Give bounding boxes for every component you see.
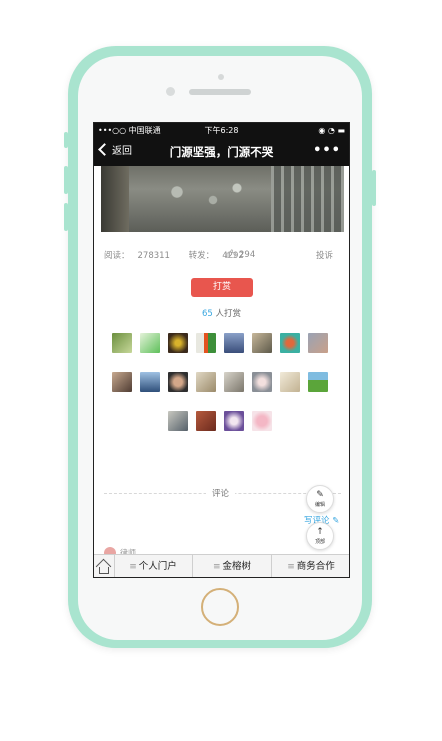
- avatar[interactable]: [196, 411, 216, 431]
- bottom-nav: ≡ 个人门户 ≡ 金榕树 ≡ 商务合作: [94, 554, 349, 577]
- avatar[interactable]: [196, 333, 216, 353]
- menu-icon: ≡: [287, 562, 295, 572]
- avatar[interactable]: [224, 372, 244, 392]
- edit-label: 编辑: [314, 502, 325, 508]
- avatar[interactable]: [252, 411, 272, 431]
- more-options-icon[interactable]: •••: [313, 143, 341, 158]
- image-wall: [101, 166, 129, 232]
- reward-count: 65 人打赏: [94, 307, 349, 319]
- volume-up-button: [64, 166, 68, 194]
- front-camera: [166, 87, 175, 96]
- complain-link[interactable]: 投诉: [316, 249, 333, 261]
- mute-switch: [64, 132, 68, 148]
- avatar[interactable]: [252, 372, 272, 392]
- page-title: 门源坚强，门源不哭: [169, 145, 274, 159]
- menu-icon: ≡: [212, 562, 221, 572]
- top-label: 顶部: [314, 539, 325, 545]
- clock: 下午6:28: [204, 126, 239, 135]
- pencil-icon: ✎: [316, 490, 324, 500]
- reward-count-number: 65: [201, 309, 213, 319]
- comment-section-label: 评论: [206, 487, 236, 499]
- home-base: [99, 567, 109, 574]
- home-button[interactable]: [201, 588, 239, 626]
- avatar[interactable]: [112, 372, 132, 392]
- avatar[interactable]: [196, 372, 216, 392]
- avatar[interactable]: [308, 372, 328, 392]
- image-debris: [141, 176, 261, 216]
- home-icon[interactable]: [94, 555, 115, 577]
- status-bar: •••○○ 中国联通 下午6:28 ◉ ◔ ▬: [94, 123, 349, 138]
- power-button: [372, 170, 376, 206]
- bottom-nav-item-business[interactable]: ≡ 商务合作: [272, 555, 349, 577]
- read-label: 阅读：: [104, 251, 130, 261]
- avatar[interactable]: [280, 333, 300, 353]
- battery-icon: ◉ ◔ ▬: [318, 126, 345, 135]
- avatar[interactable]: [140, 372, 160, 392]
- article-stats: 阅读： 278311 转发： 4292 294 投诉: [104, 249, 341, 261]
- avatar[interactable]: [252, 333, 272, 353]
- like-count: 294: [239, 250, 256, 260]
- avatar[interactable]: [168, 372, 188, 392]
- front-sensor: [218, 74, 224, 80]
- arrow-up-icon: ↑: [316, 527, 324, 537]
- bottom-nav-label: 商务合作: [296, 561, 335, 572]
- edit-button[interactable]: ✎ 编辑: [306, 485, 334, 513]
- menu-icon: ≡: [129, 562, 137, 572]
- back-to-top-button[interactable]: ↑ 顶部: [306, 522, 334, 550]
- avatar[interactable]: [168, 333, 188, 353]
- avatar[interactable]: [308, 333, 328, 353]
- volume-down-button: [64, 203, 68, 231]
- read-count: 阅读： 278311: [104, 251, 178, 261]
- image-window: [271, 166, 344, 232]
- avatar[interactable]: [168, 411, 188, 431]
- avatar[interactable]: [280, 372, 300, 392]
- earpiece-speaker: [189, 89, 251, 95]
- share-label: 转发：: [188, 251, 215, 261]
- bottom-nav-item-golden-banyan[interactable]: ≡ 金榕树: [193, 555, 272, 577]
- read-value: 278311: [137, 251, 170, 261]
- avatar[interactable]: [112, 333, 132, 353]
- bottom-nav-item-portal[interactable]: ≡ 个人门户: [114, 555, 193, 577]
- reward-count-suffix: 人打赏: [212, 309, 242, 319]
- avatar[interactable]: [224, 333, 244, 353]
- bottom-nav-label: 个人门户: [138, 561, 177, 572]
- thumbs-up-icon: [226, 249, 236, 259]
- pen-icon: ✎: [329, 516, 340, 526]
- avatar[interactable]: [140, 333, 160, 353]
- article-image: [101, 166, 344, 232]
- phone-screen: •••○○ 中国联通 下午6:28 ◉ ◔ ▬ 返回 门源坚强，门源不哭 •••…: [93, 122, 350, 578]
- reward-button[interactable]: 打赏: [191, 278, 253, 297]
- like-button[interactable]: 294: [226, 249, 263, 260]
- bottom-nav-label: 金榕树: [222, 561, 252, 572]
- avatar[interactable]: [224, 411, 244, 431]
- nav-bar: 返回 门源坚强，门源不哭 •••: [94, 138, 349, 166]
